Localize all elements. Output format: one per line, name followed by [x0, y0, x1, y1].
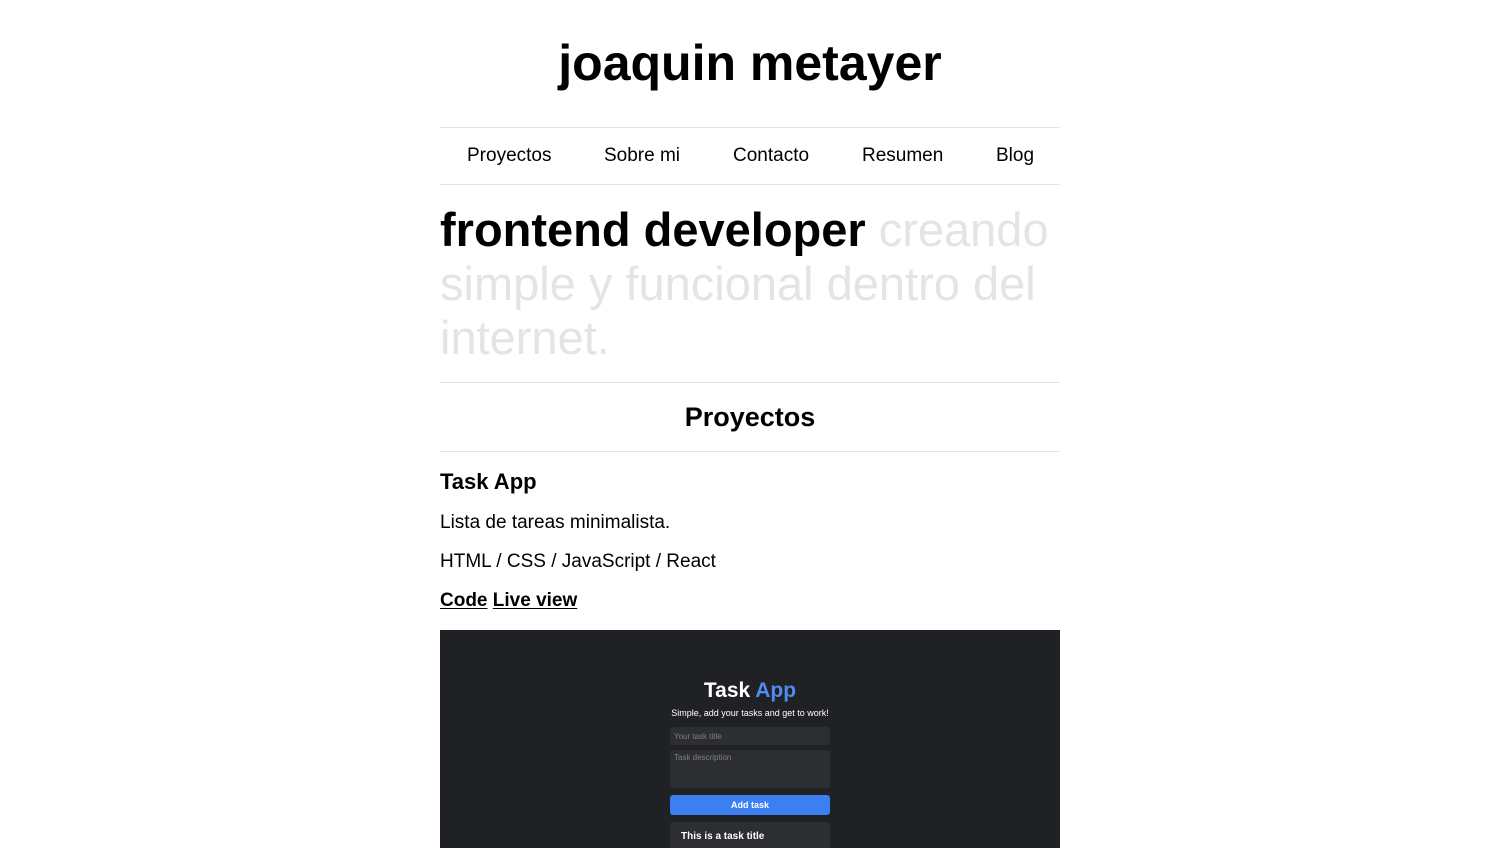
preview-app-title-accent: App: [755, 679, 797, 702]
projects-heading-divider: [440, 451, 1060, 452]
live-view-link[interactable]: Live view: [493, 590, 578, 611]
preview-task-description-input: [670, 750, 830, 788]
hero-role: frontend developer: [440, 203, 866, 256]
project-description: Lista de tareas minimalista.: [440, 512, 671, 533]
preview-app-title-main: Task: [703, 679, 751, 702]
preview-task-card: This is a task title: [670, 822, 830, 848]
nav-item-resumen[interactable]: Resumen: [862, 128, 943, 184]
projects-heading: Proyectos: [684, 402, 816, 432]
project-preview-image[interactable]: Task App Simple, add your tasks and get …: [440, 630, 1060, 848]
nav-item-sobre-mi[interactable]: Sobre mi: [604, 128, 680, 184]
code-link[interactable]: Code: [440, 590, 488, 611]
preview-add-task-button: Add task: [670, 795, 830, 815]
nav-item-proyectos[interactable]: Proyectos: [467, 128, 551, 184]
project-links: Code Live view: [440, 589, 577, 613]
preview-task-title-input: [670, 727, 830, 745]
hero-tagline: frontend developer creando simple y func…: [440, 203, 1060, 365]
preview-task-card-title: This is a task title: [681, 831, 765, 842]
preview-app-subtitle: Simple, add your tasks and get to work!: [671, 708, 829, 718]
preview-app-title: Task App: [440, 678, 1060, 704]
main-nav: Proyectos Sobre mi Contacto Resumen Blog: [440, 128, 1060, 184]
page: joaquin metayer Proyectos Sobre mi Conta…: [0, 0, 1500, 848]
site-title: joaquin metayer: [558, 35, 942, 91]
nav-bottom-divider: [440, 184, 1060, 185]
nav-item-contacto[interactable]: Contacto: [733, 128, 809, 184]
hero-divider: [440, 382, 1060, 383]
project-stack: HTML / CSS / JavaScript / React: [440, 551, 716, 572]
nav-item-blog[interactable]: Blog: [996, 128, 1034, 184]
project-title: Task App: [440, 469, 537, 494]
